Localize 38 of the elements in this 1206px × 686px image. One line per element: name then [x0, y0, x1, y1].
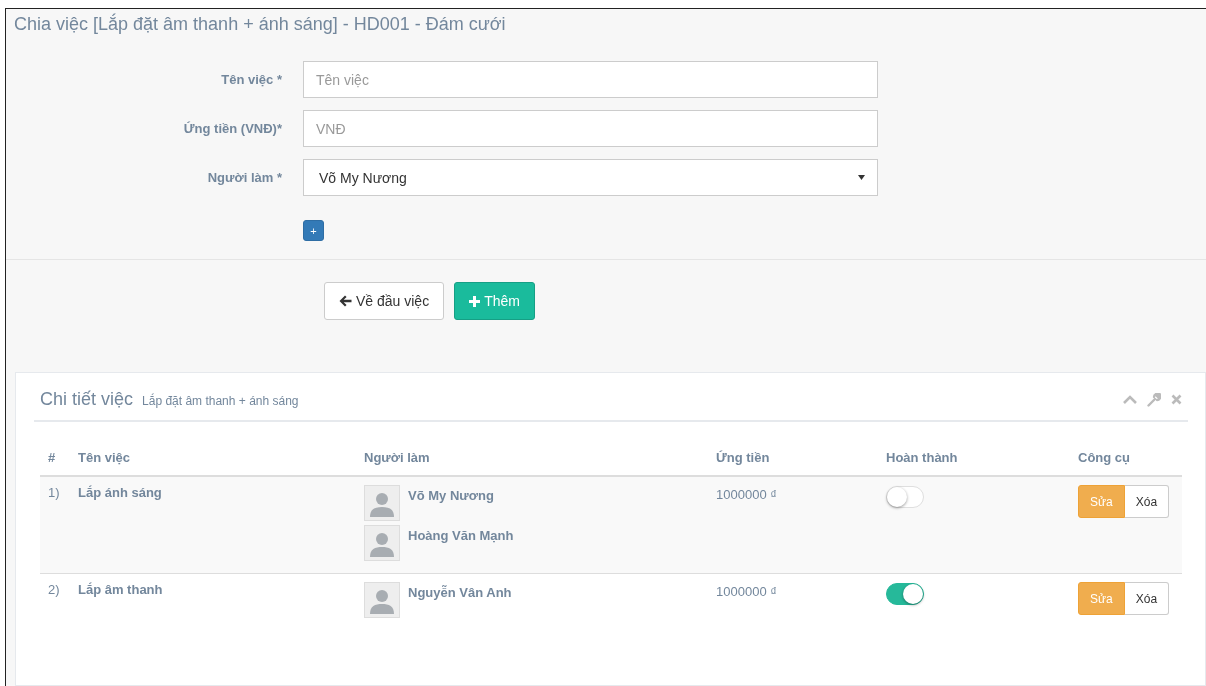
toggle-switch[interactable]: [886, 583, 924, 605]
column-header: Người làm: [364, 450, 430, 465]
panel-subtitle: Lắp đặt âm thanh + ánh sáng: [142, 394, 299, 408]
field-label: Người làm *: [206, 170, 283, 185]
column-header: Hoàn thành: [886, 450, 958, 465]
field-label: Ứng tiền (VNĐ)*: [182, 121, 283, 136]
column-header: Công cụ: [1078, 450, 1130, 465]
column-header: Tên việc: [78, 450, 131, 465]
input-field[interactable]: Tên việc: [303, 61, 878, 98]
amount: 1000000 ₫: [716, 584, 777, 599]
delete-button[interactable]: Xóa: [1124, 485, 1170, 518]
worker-name: Hoàng Văn Mạnh: [408, 528, 514, 543]
wrench-icon[interactable]: [1147, 392, 1161, 407]
worker-name: Võ My Nương: [408, 488, 494, 503]
row-number: 1): [48, 485, 60, 500]
avatar-icon: [364, 525, 400, 561]
worker-name: Nguyễn Vân Anh: [408, 585, 512, 600]
add-person-button[interactable]: +: [303, 220, 324, 241]
avatar-icon: [364, 485, 400, 521]
avatar-icon: [364, 582, 400, 618]
task-name: Lắp âm thanh: [78, 582, 163, 597]
input-field[interactable]: VNĐ: [303, 110, 878, 147]
panel-title: Chi tiết việc: [40, 389, 134, 410]
amount: 1000000 ₫: [716, 487, 777, 502]
column-header: Ứng tiền: [716, 450, 770, 465]
row-number: 2): [48, 582, 60, 597]
arrow-left-icon: [339, 295, 352, 307]
collapse-icon[interactable]: [1123, 395, 1137, 404]
task-name: Lắp ánh sáng: [78, 485, 162, 500]
select-field[interactable]: Võ My Nương: [303, 159, 878, 196]
delete-button[interactable]: Xóa: [1124, 582, 1170, 615]
back-button[interactable]: Về đầu việc: [324, 282, 445, 320]
close-icon[interactable]: [1171, 394, 1182, 405]
page-title: Chia việc [Lắp đặt âm thanh + ánh sáng] - HD001 - Đám cưới: [13, 12, 507, 35]
caret-icon: [858, 175, 865, 180]
column-header: #: [48, 450, 56, 465]
plus-icon: [469, 295, 481, 307]
field-label: Tên việc *: [220, 72, 283, 87]
